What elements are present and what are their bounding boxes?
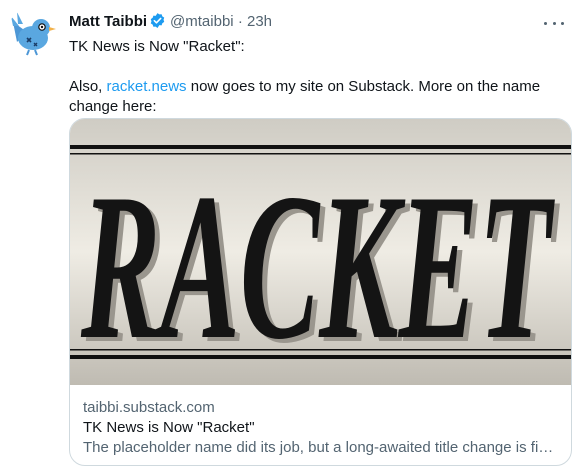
more-dots-icon[interactable]	[544, 16, 564, 30]
racket-logo-image: RACKET RACKET	[70, 119, 571, 387]
tweet-text: TK News is Now "Racket": Also, racket.ne…	[69, 37, 559, 117]
timestamp[interactable]: 23h	[247, 13, 272, 30]
racket-word: RACKET	[80, 151, 555, 383]
display-name[interactable]: Matt Taibbi	[69, 13, 147, 30]
card-domain: taibbi.substack.com	[83, 399, 215, 416]
verified-badge-icon	[149, 12, 166, 35]
avatar[interactable]	[7, 8, 57, 58]
handle[interactable]: @mtaibbi	[170, 13, 234, 30]
racket-news-link[interactable]: racket.news	[107, 78, 187, 95]
link-card[interactable]: RACKET RACKET taibbi.substack.com TK New…	[69, 118, 572, 466]
card-image[interactable]: RACKET RACKET	[70, 119, 571, 387]
card-title: TK News is Now "Racket"	[83, 419, 255, 436]
card-description: The placeholder name did its job, but a …	[83, 439, 559, 456]
tweet-header: Matt Taibbi @mtaibbi · 23h	[69, 12, 564, 34]
tweet-line-2: Also, racket.news now goes to my site on…	[69, 77, 559, 117]
separator-dot: ·	[237, 13, 243, 30]
line2-prefix: Also,	[69, 78, 107, 95]
card-meta: taibbi.substack.com TK News is Now "Rack…	[83, 398, 559, 458]
bird-avatar-icon	[7, 8, 57, 58]
tweet-line-1: TK News is Now "Racket":	[69, 38, 245, 55]
